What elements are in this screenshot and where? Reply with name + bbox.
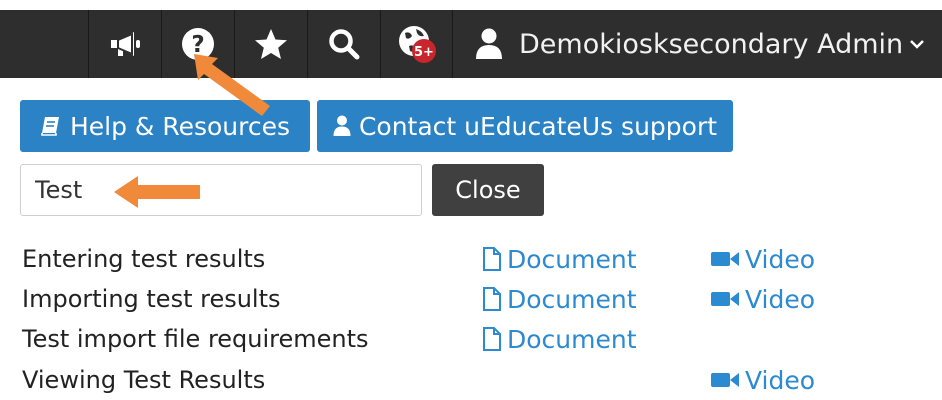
document-link[interactable]: Document (482, 319, 637, 359)
contact-support-button[interactable]: Contact uEducateUs support (317, 100, 733, 152)
document-link[interactable]: Document (482, 239, 637, 279)
help-search-input[interactable] (20, 164, 422, 216)
video-link-label: Video (745, 365, 816, 395)
list-item: Viewing Test Results Video (0, 360, 942, 400)
result-title: Importing test results (22, 285, 281, 313)
list-item: Importing test results Document Video (0, 279, 942, 319)
video-camera-icon (711, 252, 739, 266)
help-resources-label: Help & Resources (69, 111, 291, 141)
video-camera-icon (711, 292, 739, 306)
search-button[interactable] (307, 10, 380, 78)
search-icon (328, 28, 360, 60)
help-icon: ? (181, 27, 215, 61)
document-icon (483, 327, 501, 351)
notifications-globe-icon: 5+ (397, 24, 437, 64)
video-camera-icon (711, 373, 739, 387)
list-item: Test import file requirements Document (0, 319, 942, 359)
user-menu[interactable]: Demokiosksecondary Admin (452, 10, 942, 78)
announcements-button[interactable] (88, 10, 161, 78)
video-link[interactable]: Video (710, 360, 815, 400)
result-title: Entering test results (22, 245, 266, 273)
notification-badge: 5+ (414, 45, 434, 60)
result-title: Test import file requirements (22, 325, 369, 353)
help-resources-button[interactable]: Help & Resources (20, 100, 310, 152)
user-name: Demokiosksecondary Admin (519, 28, 904, 60)
document-icon (483, 247, 501, 271)
video-link-label: Video (745, 244, 816, 274)
document-link-label: Document (507, 244, 637, 274)
document-icon (483, 287, 501, 311)
result-title: Viewing Test Results (22, 366, 266, 394)
chevron-down-icon (909, 35, 925, 54)
document-link-label: Document (507, 284, 637, 314)
favorites-button[interactable] (234, 10, 307, 78)
star-icon (254, 28, 288, 60)
megaphone-icon (108, 29, 142, 59)
svg-text:?: ? (191, 32, 204, 58)
list-item: Entering test results Document Video (0, 239, 942, 279)
help-button[interactable]: ? (161, 10, 234, 78)
document-link-label: Document (507, 324, 637, 354)
notifications-button[interactable]: 5+ (380, 10, 453, 78)
book-icon (40, 115, 62, 137)
video-link[interactable]: Video (710, 279, 815, 319)
user-icon (475, 28, 503, 60)
video-link[interactable]: Video (710, 239, 815, 279)
user-icon (333, 115, 351, 137)
close-button[interactable]: Close (432, 164, 544, 216)
document-link[interactable]: Document (482, 279, 637, 319)
video-link-label: Video (745, 284, 816, 314)
top-navigation-bar: ? 5+ Demokiosksecondary Admin (0, 10, 942, 78)
contact-support-label: Contact uEducateUs support (358, 111, 718, 141)
